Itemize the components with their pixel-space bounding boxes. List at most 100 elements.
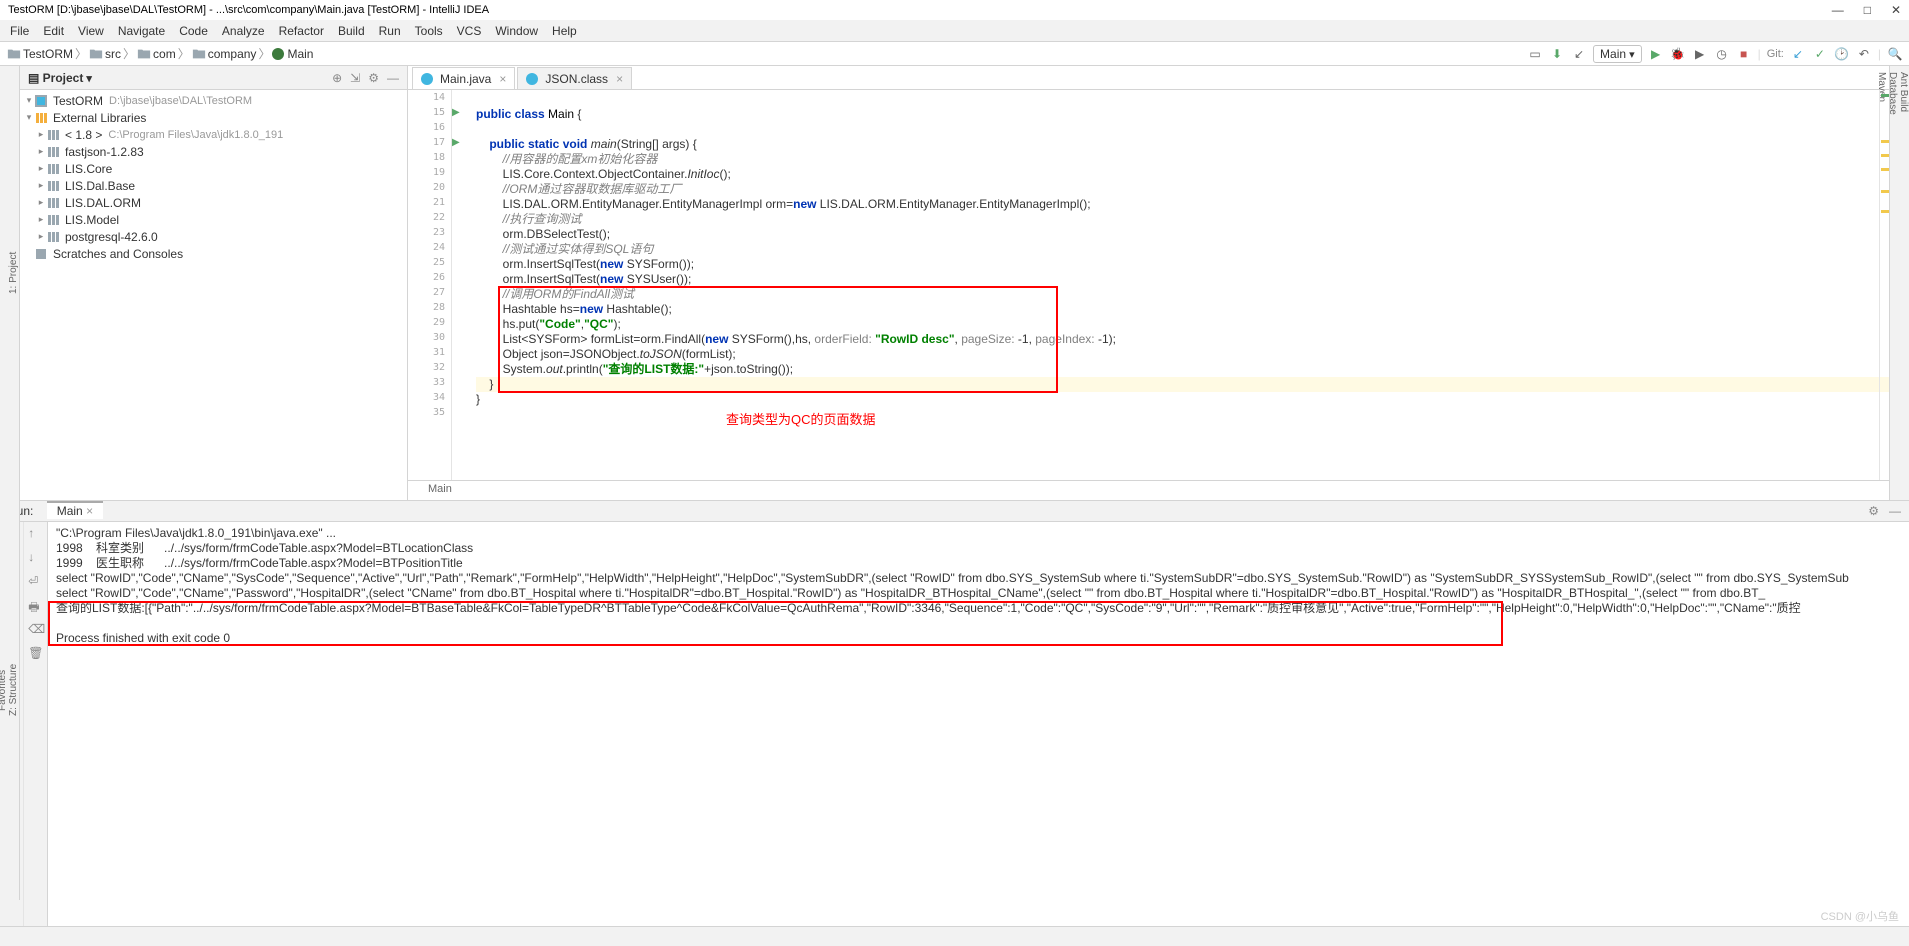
locate-icon[interactable]: ⊕ <box>332 71 342 85</box>
tree-item[interactable]: Scratches and Consoles <box>20 245 407 262</box>
print-icon[interactable]: 🖶 <box>28 598 42 612</box>
menu-build[interactable]: Build <box>332 22 371 40</box>
menu-vcs[interactable]: VCS <box>451 22 488 40</box>
profile-icon[interactable]: ◷ <box>1714 46 1730 62</box>
code-line[interactable]: LIS.DAL.ORM.EntityManager.EntityManagerI… <box>476 197 1889 212</box>
code-line[interactable]: //调用ORM的FindAll测试 <box>476 287 1889 302</box>
coverage-icon[interactable]: ▶ <box>1692 46 1708 62</box>
run-line-icon[interactable]: ▶ <box>452 137 460 148</box>
left-tool-window-bar-bottom: Z: Structure Favorites <box>0 500 20 900</box>
menu-window[interactable]: Window <box>489 22 544 40</box>
run-hide-icon[interactable]: — <box>1889 504 1901 518</box>
stop-icon[interactable]: ■ <box>1736 46 1752 62</box>
trash-icon[interactable]: 🗑 <box>28 646 42 660</box>
editor-body: 1415161718192021222324252627282930313233… <box>408 90 1889 480</box>
code-line[interactable]: orm.InsertSqlTest(new SYSForm()); <box>476 257 1889 272</box>
breadcrumb-item[interactable]: Main <box>271 47 314 61</box>
tree-item[interactable]: ▸< 1.8 >C:\Program Files\Java\jdk1.8.0_1… <box>20 126 407 143</box>
menu-edit[interactable]: Edit <box>37 22 70 40</box>
project-panel-title: Project <box>43 71 84 85</box>
menu-navigate[interactable]: Navigate <box>112 22 171 40</box>
project-tool-tab[interactable]: 1: Project <box>8 72 19 474</box>
code-line[interactable]: //测试通过实体得到SQL语句 <box>476 242 1889 257</box>
nav-back-icon[interactable]: ↙ <box>1571 46 1587 62</box>
hide-panel-icon[interactable]: — <box>387 71 399 85</box>
editor-breadcrumb[interactable]: Main <box>408 480 1889 500</box>
menu-analyze[interactable]: Analyze <box>216 22 271 40</box>
tree-item[interactable]: ▸LIS.Dal.Base <box>20 177 407 194</box>
code-line[interactable] <box>476 122 1889 137</box>
code-line[interactable]: public static void main(String[] args) { <box>476 137 1889 152</box>
editor-tab[interactable]: JSON.class× <box>517 67 632 89</box>
code-line[interactable]: //ORM通过容器取数据库驱动工厂 <box>476 182 1889 197</box>
wrap-icon[interactable]: ⏎ <box>28 574 42 588</box>
tree-item[interactable]: ▾External Libraries <box>20 109 407 126</box>
breadcrumb-item[interactable]: TestORM <box>6 47 74 61</box>
editor-tab[interactable]: Main.java× <box>412 67 515 89</box>
menu-refactor[interactable]: Refactor <box>273 22 330 40</box>
code-line[interactable]: //用容器的配置xm初始化容器 <box>476 152 1889 167</box>
debug-icon[interactable]: 🐞 <box>1670 46 1686 62</box>
breadcrumb-item[interactable]: com <box>136 47 177 61</box>
run-line-icon[interactable]: ▶ <box>452 107 460 118</box>
code-line[interactable]: //执行查询测试 <box>476 212 1889 227</box>
menu-help[interactable]: Help <box>546 22 583 40</box>
gear-icon[interactable]: ⚙ <box>368 71 379 85</box>
tree-item[interactable]: ▸LIS.DAL.ORM <box>20 194 407 211</box>
code-line[interactable]: orm.DBSelectTest(); <box>476 227 1889 242</box>
build-icon[interactable]: ⬇ <box>1549 46 1565 62</box>
code-line[interactable]: public class Main { <box>476 107 1889 122</box>
code-line[interactable]: System.out.println("查询的LIST数据:"+json.toS… <box>476 362 1889 377</box>
favorites-tool-tab[interactable]: Favorites <box>0 506 8 874</box>
run-gutter: ▶ ▶ <box>452 90 468 480</box>
down-icon[interactable]: ↓ <box>28 550 42 564</box>
tree-item[interactable]: ▸postgresql-42.6.0 <box>20 228 407 245</box>
run-config-selector[interactable]: Main ▾ <box>1593 45 1642 63</box>
menu-code[interactable]: Code <box>173 22 214 40</box>
close-button[interactable]: ✕ <box>1891 3 1901 17</box>
code-line[interactable]: } <box>476 392 1889 407</box>
code-line[interactable]: List<SYSForm> formList=orm.FindAll(new S… <box>476 332 1889 347</box>
tree-item[interactable]: ▸fastjson-1.2.83 <box>20 143 407 160</box>
console-line: "C:\Program Files\Java\jdk1.8.0_191\bin\… <box>56 526 1901 541</box>
run-tab[interactable]: Main × <box>47 501 103 519</box>
tree-item[interactable]: ▸LIS.Core <box>20 160 407 177</box>
menu-view[interactable]: View <box>72 22 110 40</box>
code-line[interactable] <box>476 92 1889 107</box>
editor-minimap[interactable] <box>1879 90 1889 480</box>
breadcrumb-item[interactable]: src <box>88 47 122 61</box>
breadcrumb-item[interactable]: company <box>191 47 258 61</box>
git-rollback-icon[interactable]: ↶ <box>1856 46 1872 62</box>
clear-icon[interactable]: ⌫ <box>28 622 42 636</box>
code-editor[interactable]: public class Main { public static void m… <box>468 90 1889 480</box>
minimize-button[interactable]: — <box>1832 3 1844 17</box>
code-line[interactable]: Hashtable hs=new Hashtable(); <box>476 302 1889 317</box>
run-gear-icon[interactable]: ⚙ <box>1868 504 1879 518</box>
menu-tools[interactable]: Tools <box>409 22 449 40</box>
tree-item[interactable]: ▸LIS.Model <box>20 211 407 228</box>
git-history-icon[interactable]: 🕑 <box>1834 46 1850 62</box>
console-output[interactable]: "C:\Program Files\Java\jdk1.8.0_191\bin\… <box>48 522 1909 940</box>
maximize-button[interactable]: □ <box>1864 3 1871 17</box>
code-line[interactable]: LIS.Core.Context.ObjectContainer.InitIoc… <box>476 167 1889 182</box>
up-icon[interactable]: ↑ <box>28 526 42 540</box>
git-update-icon[interactable]: ↙ <box>1790 46 1806 62</box>
project-tree[interactable]: ▾TestORMD:\jbase\jbase\DAL\TestORM▾Exter… <box>20 90 407 264</box>
toggle-panel-icon[interactable]: ▭ <box>1527 46 1543 62</box>
run-icon[interactable]: ▶ <box>1648 46 1664 62</box>
ant-build-tab[interactable]: Ant Build <box>1898 72 1909 486</box>
git-commit-icon[interactable]: ✓ <box>1812 46 1828 62</box>
console-line: select "RowID","Code","CName","Password"… <box>56 586 1901 601</box>
console-line: 1998 科室类别 ../../sys/form/frmCodeTable.as… <box>56 541 1901 556</box>
search-icon[interactable]: 🔍 <box>1887 46 1903 62</box>
code-line[interactable]: orm.InsertSqlTest(new SYSUser()); <box>476 272 1889 287</box>
tree-item[interactable]: ▾TestORMD:\jbase\jbase\DAL\TestORM <box>20 92 407 109</box>
code-line[interactable]: } <box>476 377 1889 392</box>
menu-run[interactable]: Run <box>373 22 407 40</box>
code-line[interactable]: Object json=JSONObject.toJSON(formList); <box>476 347 1889 362</box>
code-line[interactable]: hs.put("Code","QC"); <box>476 317 1889 332</box>
code-line[interactable] <box>476 407 1889 422</box>
menu-file[interactable]: File <box>4 22 35 40</box>
collapse-icon[interactable]: ⇲ <box>350 71 360 85</box>
structure-tool-tab[interactable]: Z: Structure <box>8 506 19 874</box>
